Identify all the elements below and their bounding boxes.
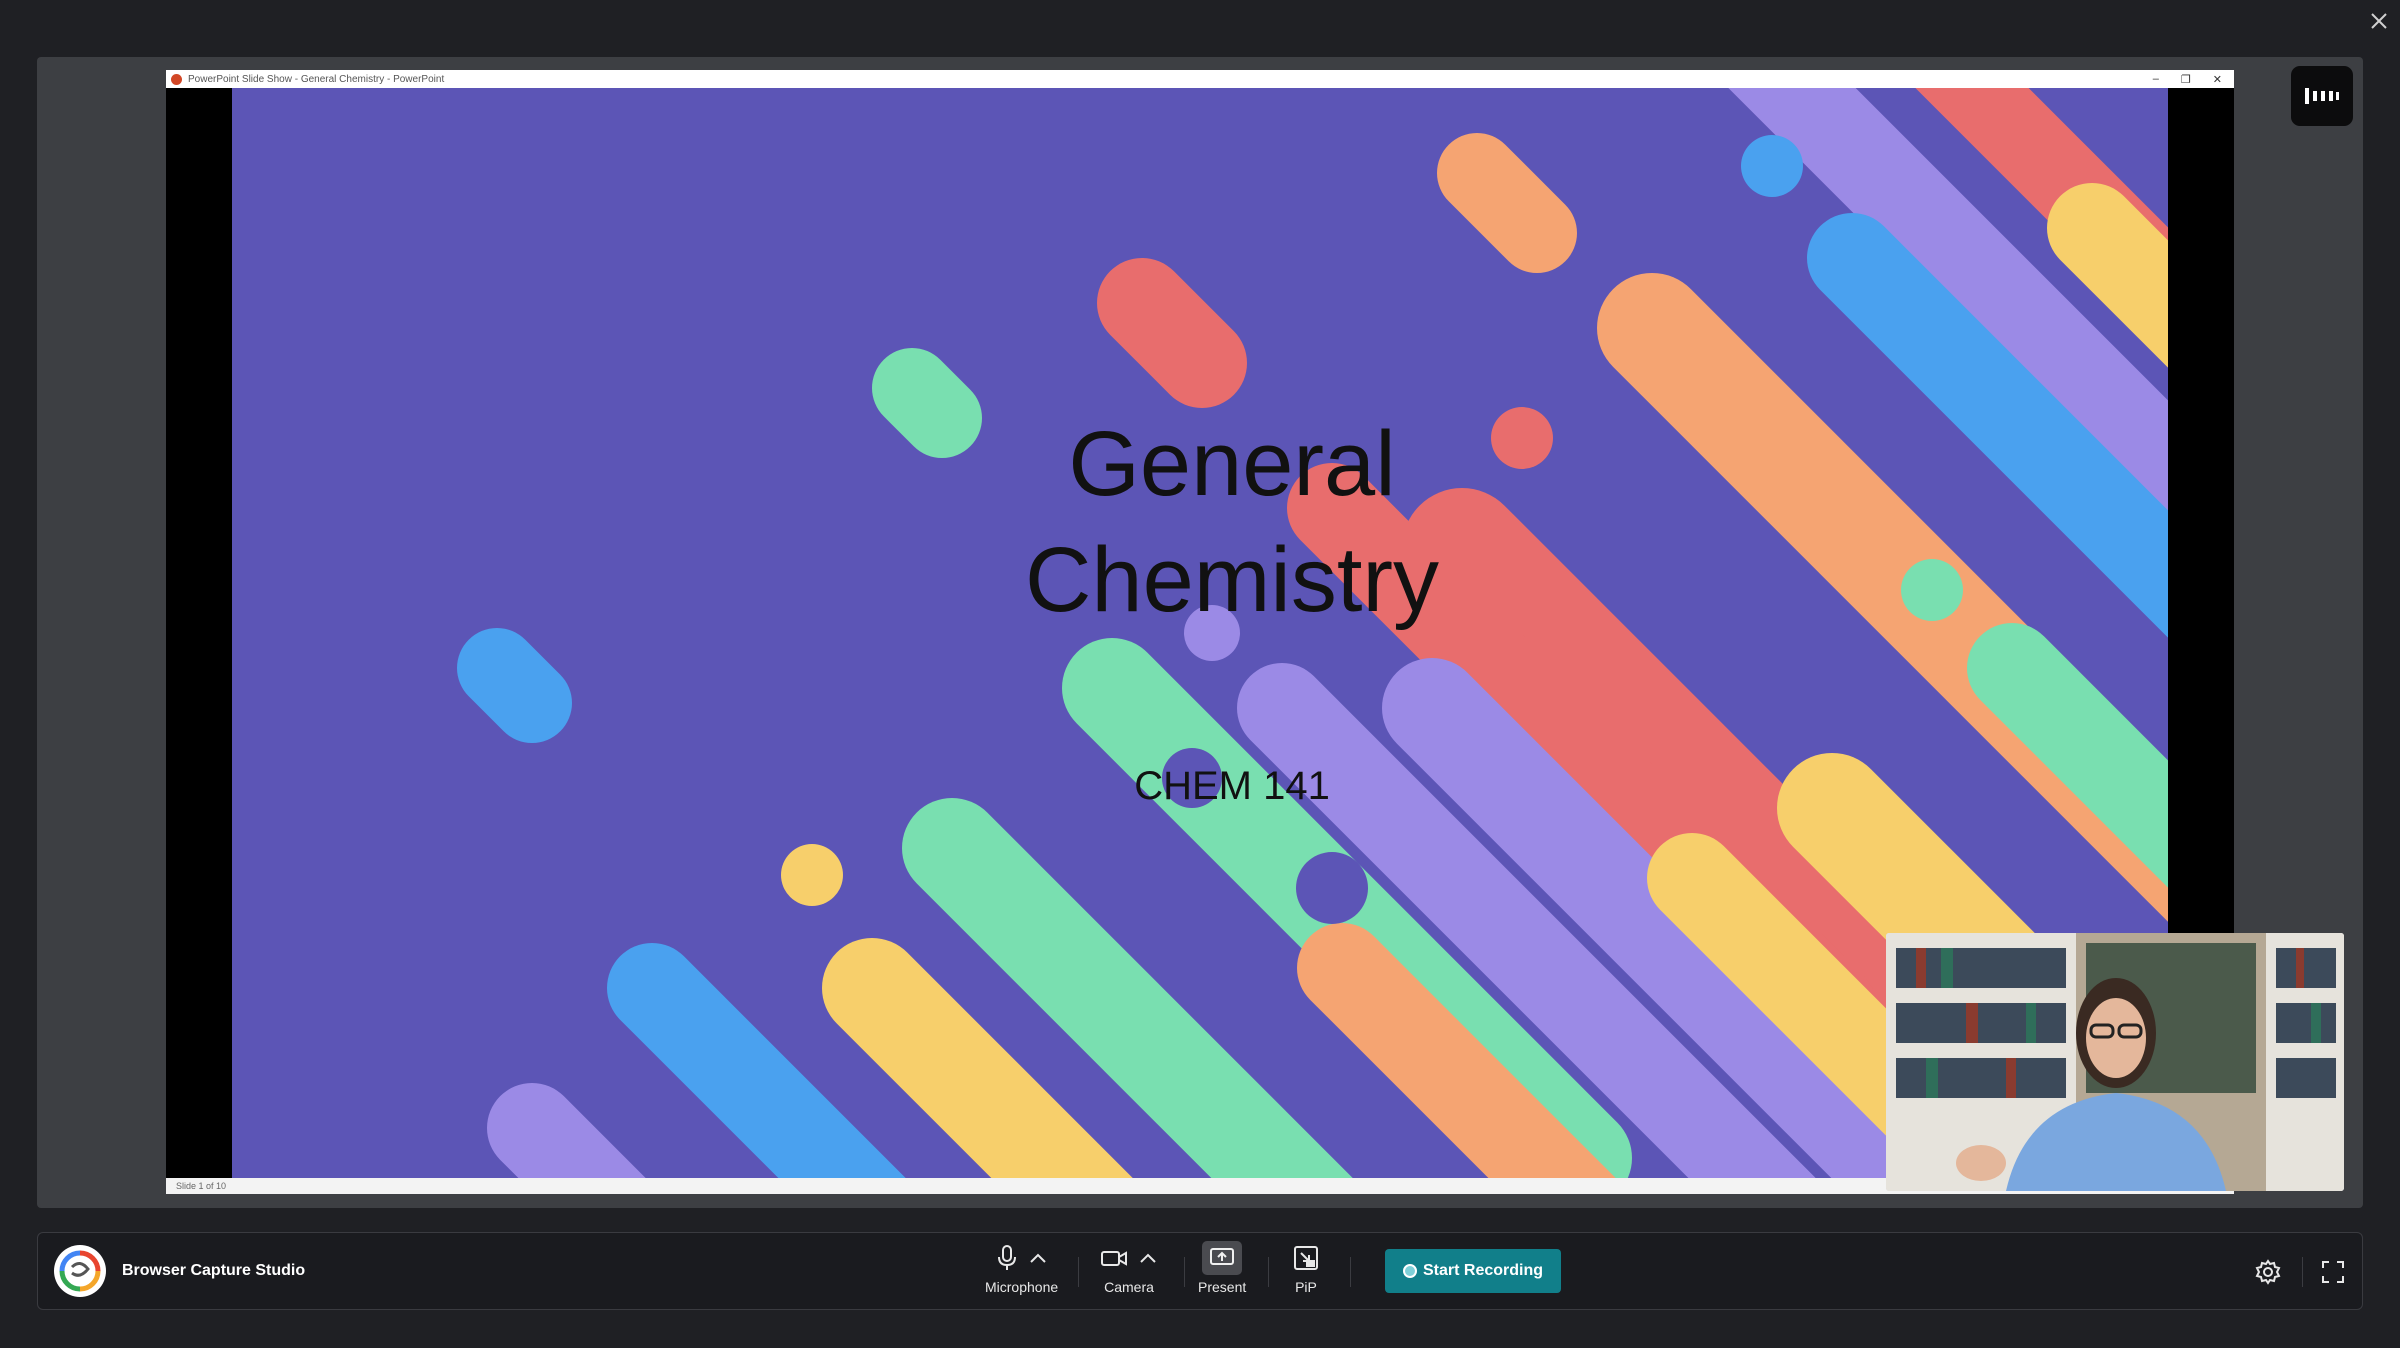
window-close-button[interactable]: ✕ <box>2213 73 2222 86</box>
slide-subtitle: CHEM 141 <box>1134 764 1330 808</box>
start-recording-button[interactable]: Start Recording <box>1385 1249 1561 1293</box>
start-recording-label: Start Recording <box>1422 1262 1543 1279</box>
record-icon <box>1402 1264 1417 1278</box>
slide: General Chemistry CHEM 141 <box>232 88 2168 1178</box>
camera-icon <box>1101 1251 1127 1266</box>
divider <box>2302 1257 2303 1287</box>
minimize-button[interactable]: – <box>2153 73 2159 85</box>
present-button[interactable] <box>1202 1241 1243 1275</box>
close-icon <box>2371 13 2387 29</box>
microphone-label: Microphone <box>985 1279 1059 1295</box>
pip-icon <box>1294 1246 1318 1270</box>
divider <box>1350 1257 1351 1287</box>
fullscreen-button[interactable] <box>2318 1257 2348 1287</box>
chevron-up-icon[interactable] <box>1028 1251 1048 1265</box>
divider <box>1184 1257 1185 1287</box>
close-button[interactable] <box>2364 6 2394 36</box>
window-title: PowerPoint Slide Show - General Chemistr… <box>188 73 445 85</box>
slide-title-line-2: Chemistry <box>1024 529 1440 631</box>
app-name: Browser Capture Studio <box>122 1262 306 1279</box>
restore-button[interactable]: ❐ <box>2181 73 2191 86</box>
brand: Browser Capture Studio <box>54 1245 305 1297</box>
settings-button[interactable] <box>2253 1257 2283 1287</box>
camera-control[interactable]: Camera <box>1100 1243 1158 1295</box>
presenter-video <box>1886 933 2344 1191</box>
present-label: Present <box>1198 1279 1247 1295</box>
app-logo-icon <box>59 1250 101 1292</box>
present-screen-icon <box>1210 1248 1235 1265</box>
audio-levels-icon <box>2305 88 2339 104</box>
slide-title: General Chemistry <box>932 406 1532 638</box>
divider <box>1078 1257 1079 1287</box>
chevron-up-icon[interactable] <box>1138 1251 1158 1265</box>
window-titlebar: PowerPoint Slide Show - General Chemistr… <box>166 70 2234 88</box>
slide-title-line-1: General <box>1068 413 1396 515</box>
pip-control[interactable]: PiP <box>1293 1243 1319 1295</box>
control-bar: Browser Capture Studio Microphone Camera… <box>37 1232 2363 1310</box>
gear-icon <box>2255 1259 2281 1285</box>
camera-label: Camera <box>1104 1279 1154 1295</box>
present-control[interactable]: Present <box>1198 1241 1247 1295</box>
microphone-control[interactable]: Microphone <box>985 1243 1058 1295</box>
window-controls: – ❐ ✕ <box>2153 70 2222 88</box>
divider <box>1268 1257 1269 1287</box>
pip-label: PiP <box>1295 1279 1317 1295</box>
app-logo <box>54 1245 106 1297</box>
slide-counter: Slide 1 of 10 <box>176 1181 227 1191</box>
microphone-icon <box>997 1245 1016 1270</box>
audio-levels-button[interactable] <box>2291 66 2353 126</box>
powerpoint-icon <box>171 73 182 85</box>
fullscreen-icon <box>2322 1261 2344 1283</box>
camera-preview[interactable] <box>1886 933 2344 1191</box>
